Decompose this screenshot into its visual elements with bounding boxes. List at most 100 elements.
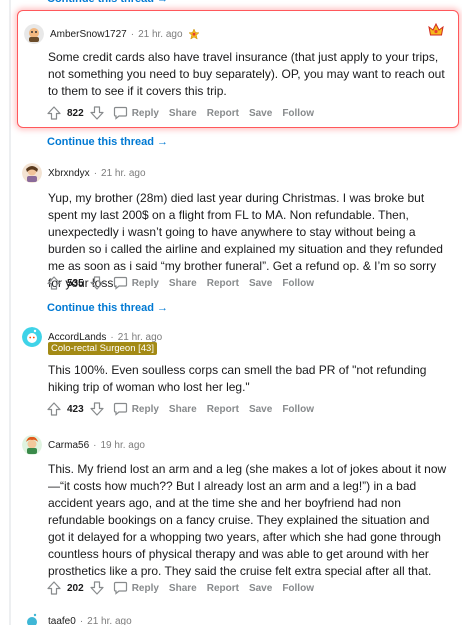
report-button[interactable]: Report (207, 404, 239, 415)
continue-thread-label: Continue this thread (47, 136, 154, 148)
comment-actions: 822 Reply Share Report Save Follow (46, 104, 314, 122)
upvote-button[interactable] (46, 401, 62, 417)
continue-thread-link[interactable]: Continue this thread→ (47, 302, 168, 314)
comment: taafe0 · 21 hr. ago (16, 610, 454, 625)
share-label: Share (168, 277, 197, 289)
downvote-button[interactable] (89, 401, 105, 417)
vote-score: 535 (67, 277, 84, 289)
comment: Xbrxndyx · 21 hr. ago Yup, my brother (2… (16, 162, 454, 297)
chat-bubble-icon (113, 106, 127, 120)
award-icon[interactable] (187, 28, 200, 40)
separator: · (79, 615, 84, 625)
avatar[interactable] (22, 435, 42, 455)
continue-thread-label: Continue this thread (47, 0, 154, 5)
follow-label: Follow (282, 403, 314, 415)
comment-header: Carma56 · 19 hr. ago (22, 434, 145, 456)
avatar[interactable] (24, 24, 44, 44)
upvote-button[interactable] (46, 105, 62, 121)
comment-author[interactable]: taafe0 (48, 616, 76, 625)
comment-body: This. My friend lost an arm and a leg (s… (48, 462, 447, 578)
comment-time[interactable]: 21 hr. ago (118, 332, 162, 343)
reply-label: Reply (131, 403, 159, 415)
vote-score: 202 (67, 582, 84, 594)
follow-button[interactable]: Follow (282, 278, 314, 289)
separator: · (93, 439, 97, 451)
comment: AccordLands · 21 hr. ago Colo-rectal Sur… (16, 326, 454, 421)
save-button[interactable]: Save (249, 108, 272, 119)
save-label: Save (248, 582, 273, 594)
comment-actions: 535 Reply Share Report Save Follow (46, 274, 314, 292)
continue-thread-link[interactable]: Continue this thread→ (47, 0, 168, 5)
report-label: Report (206, 107, 239, 119)
avatar[interactable] (22, 163, 42, 183)
downvote-button[interactable] (89, 275, 105, 291)
downvote-button[interactable] (89, 580, 105, 596)
share-label: Share (168, 582, 197, 594)
follow-button[interactable]: Follow (282, 404, 314, 415)
comment-author[interactable]: Xbrxndyx (48, 168, 90, 179)
comment-header: AmberSnow1727 · 21 hr. ago (24, 23, 200, 45)
chat-bubble-icon (113, 276, 127, 290)
follow-label: Follow (282, 277, 314, 289)
chat-bubble-icon (113, 581, 127, 595)
continue-thread-link[interactable]: Continue this thread→ (47, 136, 168, 148)
chat-bubble-icon (113, 402, 127, 416)
follow-label: Follow (282, 107, 314, 119)
save-label: Save (248, 107, 273, 119)
reply-button[interactable]: Reply (113, 276, 159, 290)
comment-time[interactable]: 21 hr. ago (101, 168, 145, 179)
comment-actions: 202 Reply Share Report Save Follow (46, 579, 314, 597)
downvote-button[interactable] (89, 105, 105, 121)
comment-body: Some credit cards also have travel insur… (48, 50, 445, 98)
comment-author[interactable]: AccordLands (48, 332, 106, 343)
comment-time[interactable]: 21 hr. ago (138, 29, 182, 40)
report-label: Report (206, 403, 239, 415)
save-button[interactable]: Save (249, 404, 272, 415)
reply-button[interactable]: Reply (113, 106, 159, 120)
follow-button[interactable]: Follow (282, 108, 314, 119)
separator: · (110, 331, 114, 343)
share-label: Share (168, 107, 197, 119)
vote-score: 423 (67, 403, 84, 415)
separator: · (93, 167, 98, 179)
share-button[interactable]: Share (169, 108, 197, 119)
reply-label: Reply (131, 107, 159, 119)
comment-author[interactable]: AmberSnow1727 (50, 29, 127, 40)
share-label: Share (168, 403, 197, 415)
user-flair: Colo-rectal Surgeon [43] (48, 342, 157, 355)
comment-author[interactable]: Carma56 (48, 440, 89, 451)
report-button[interactable]: Report (207, 108, 239, 119)
comment-highlighted: AmberSnow1727 · 21 hr. ago Some credit c… (17, 10, 459, 128)
report-button[interactable]: Report (207, 278, 239, 289)
crown-award-icon[interactable] (428, 22, 444, 37)
avatar[interactable] (22, 327, 42, 347)
report-label: Report (206, 277, 239, 289)
follow-label: Follow (282, 582, 314, 594)
thread-line[interactable] (9, 0, 11, 625)
reply-label: Reply (131, 277, 159, 289)
save-label: Save (248, 403, 273, 415)
share-button[interactable]: Share (169, 278, 197, 289)
avatar[interactable] (22, 611, 42, 625)
comment-body: This 100%. Even soulless corps can smell… (48, 363, 427, 394)
comment-actions: 423 Reply Share Report Save Follow (46, 400, 314, 418)
save-label: Save (248, 277, 273, 289)
upvote-button[interactable] (46, 275, 62, 291)
arrow-right-icon: → (157, 0, 168, 5)
save-button[interactable]: Save (249, 278, 272, 289)
share-button[interactable]: Share (169, 404, 197, 415)
comment-time[interactable]: 19 hr. ago (100, 440, 144, 451)
comment-header: Xbrxndyx · 21 hr. ago (22, 162, 146, 184)
arrow-right-icon: → (156, 302, 168, 314)
reply-button[interactable]: Reply (113, 402, 159, 416)
reply-button[interactable]: Reply (113, 581, 159, 595)
report-button[interactable]: Report (207, 583, 239, 594)
arrow-right-icon: → (156, 136, 168, 148)
reply-label: Reply (131, 582, 159, 594)
upvote-button[interactable] (46, 580, 62, 596)
follow-button[interactable]: Follow (282, 583, 314, 594)
report-label: Report (206, 582, 239, 594)
comment-time[interactable]: 21 hr. ago (87, 616, 131, 625)
save-button[interactable]: Save (249, 583, 272, 594)
share-button[interactable]: Share (169, 583, 197, 594)
